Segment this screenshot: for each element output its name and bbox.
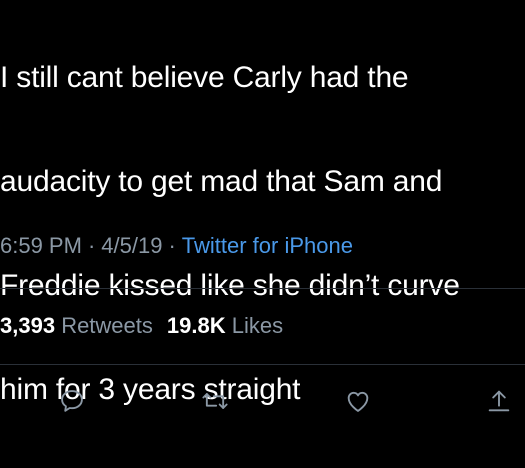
tweet-meta: 6:59 PM · 4/5/19 · Twitter for iPhone — [0, 230, 353, 262]
likes-label: Likes — [231, 313, 284, 338]
retweets-stat[interactable]: 3,393 Retweets — [0, 313, 153, 338]
reply-button[interactable] — [57, 386, 87, 416]
tweet-line: I still cant believe Carly had the — [0, 61, 409, 94]
like-icon — [347, 391, 369, 412]
divider — [0, 364, 525, 365]
tweet-source-link[interactable]: Twitter for iPhone — [182, 233, 353, 258]
retweet-button[interactable] — [200, 386, 230, 416]
meta-separator: · — [168, 233, 176, 258]
tweet-time: 6:59 PM — [0, 233, 82, 258]
likes-count: 19.8K — [166, 313, 226, 338]
tweet-line: Freddie kissed like she didn’t curve — [0, 269, 460, 302]
divider — [0, 288, 525, 289]
retweet-icon — [202, 393, 228, 409]
tweet-date: 4/5/19 — [101, 233, 163, 258]
tweet-actions-bar — [0, 380, 525, 417]
like-button[interactable] — [343, 386, 373, 416]
tweet-stats: 3,393 Retweets 19.8K Likes — [0, 310, 283, 342]
reply-icon — [61, 390, 83, 412]
retweets-count: 3,393 — [0, 313, 56, 338]
meta-separator: · — [87, 233, 96, 258]
tweet-line: audacity to get mad that Sam and — [0, 165, 443, 198]
likes-stat[interactable]: 19.8K Likes — [167, 313, 283, 338]
share-icon — [488, 390, 510, 412]
share-button[interactable] — [484, 386, 514, 416]
retweets-label: Retweets — [61, 313, 153, 338]
